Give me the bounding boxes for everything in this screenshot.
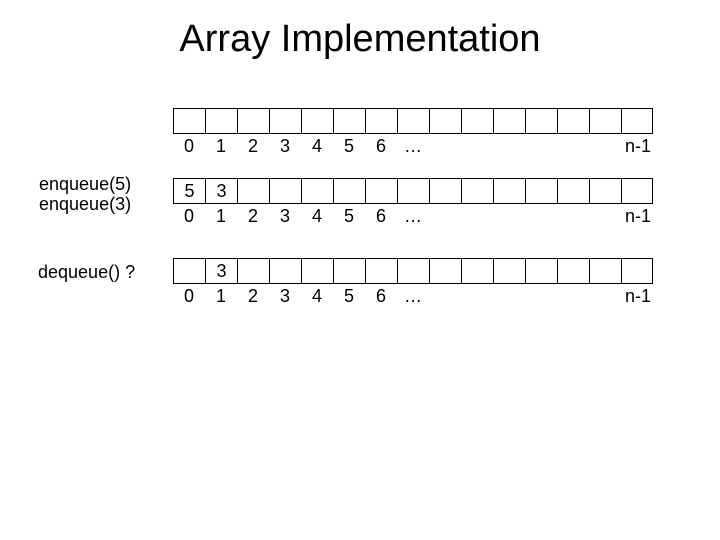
- cell: [621, 258, 653, 284]
- cell: [365, 258, 397, 284]
- cell: [173, 108, 205, 134]
- index-label: 1: [205, 206, 237, 227]
- cell: 3: [205, 258, 237, 284]
- index-end-2: n-1: [625, 206, 651, 227]
- cell: [461, 258, 493, 284]
- indices-row-2: 0 1 2 3 4 5 6 …: [173, 206, 429, 227]
- cell: [429, 258, 461, 284]
- index-label: 0: [173, 136, 205, 157]
- cell: [525, 108, 557, 134]
- cell: [429, 108, 461, 134]
- cell: [621, 108, 653, 134]
- cell: 3: [205, 178, 237, 204]
- cell: [301, 108, 333, 134]
- cell: [237, 108, 269, 134]
- cell: [589, 108, 621, 134]
- index-label: 3: [269, 206, 301, 227]
- array-1: [173, 108, 653, 134]
- index-label: 4: [301, 286, 333, 307]
- cell: [269, 258, 301, 284]
- cell: [365, 108, 397, 134]
- cell: [493, 258, 525, 284]
- cell: [557, 258, 589, 284]
- index-label: 4: [301, 136, 333, 157]
- indices-row-1: 0 1 2 3 4 5 6 …: [173, 136, 429, 157]
- index-label: 0: [173, 206, 205, 227]
- cell: [557, 178, 589, 204]
- index-label: 6: [365, 286, 397, 307]
- index-label: 2: [237, 206, 269, 227]
- index-ellipsis: …: [397, 136, 429, 157]
- index-label: 6: [365, 136, 397, 157]
- index-ellipsis: …: [397, 286, 429, 307]
- index-label: 3: [269, 286, 301, 307]
- index-label: 6: [365, 206, 397, 227]
- array-2: 5 3: [173, 178, 653, 204]
- array-3: 3: [173, 258, 653, 284]
- indices-row-3: 0 1 2 3 4 5 6 …: [173, 286, 429, 307]
- slide-title: Array Implementation: [0, 18, 720, 61]
- cell: [269, 178, 301, 204]
- cell: [333, 258, 365, 284]
- cell: [237, 178, 269, 204]
- index-label: 4: [301, 206, 333, 227]
- label-enqueue5: enqueue(5): [39, 174, 131, 195]
- index-label: 1: [205, 286, 237, 307]
- index-ellipsis: …: [397, 206, 429, 227]
- cell: [525, 258, 557, 284]
- cell: [461, 108, 493, 134]
- index-label: 2: [237, 286, 269, 307]
- index-label: 0: [173, 286, 205, 307]
- cell: [429, 178, 461, 204]
- index-label: 2: [237, 136, 269, 157]
- cell: [621, 178, 653, 204]
- index-label: 1: [205, 136, 237, 157]
- cell: 5: [173, 178, 205, 204]
- cell: [333, 108, 365, 134]
- index-label: 5: [333, 286, 365, 307]
- cell: [397, 178, 429, 204]
- index-end-1: n-1: [625, 136, 651, 157]
- cell: [269, 108, 301, 134]
- cell: [173, 258, 205, 284]
- cell: [461, 178, 493, 204]
- cell: [301, 258, 333, 284]
- index-label: 3: [269, 136, 301, 157]
- cell: [365, 178, 397, 204]
- cell: [525, 178, 557, 204]
- cell: [493, 178, 525, 204]
- cell: [301, 178, 333, 204]
- cell: [493, 108, 525, 134]
- label-enqueue3: enqueue(3): [39, 194, 131, 215]
- cell: [205, 108, 237, 134]
- cell: [589, 178, 621, 204]
- cell: [589, 258, 621, 284]
- cell: [333, 178, 365, 204]
- label-dequeue: dequeue() ?: [38, 262, 135, 283]
- cell: [237, 258, 269, 284]
- cell: [397, 108, 429, 134]
- cell: [397, 258, 429, 284]
- index-end-3: n-1: [625, 286, 651, 307]
- index-label: 5: [333, 136, 365, 157]
- index-label: 5: [333, 206, 365, 227]
- cell: [557, 108, 589, 134]
